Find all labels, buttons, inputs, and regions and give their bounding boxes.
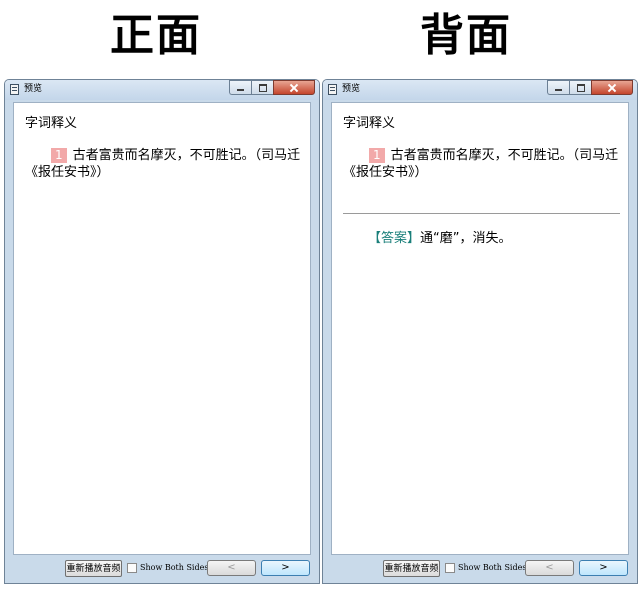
maximize-icon[interactable] [251,80,273,95]
show-both-sides-label: Show Both Sides [458,563,527,572]
question: 1 古者富贵而名摩灭，不可胜记。（司马迁《报任安书》） [25,147,302,181]
answer-divider [343,213,620,214]
minimize-icon[interactable] [547,80,569,95]
show-both-sides-label: Show Both Sides [140,563,209,572]
close-icon[interactable] [591,80,633,95]
section-title: 字词释义 [25,116,78,131]
back-preview-window: 预览 字词释义 1 古者富贵而名摩灭，不可胜记。（司马迁《报任安书》） 【答案】通… [322,79,638,584]
window-title: 预览 [342,84,361,94]
prev-button[interactable]: < [525,560,574,576]
minimize-icon[interactable] [229,80,251,95]
next-button[interactable]: > [579,560,628,576]
show-both-sides-checkbox[interactable] [445,563,455,573]
card-content: 字词释义 1 古者富贵而名摩灭，不可胜记。（司马迁《报任安书》） 【答案】通“磨”… [331,102,629,555]
bottom-bar: 重新播放音频 Show Both Sides < > [331,559,637,579]
window-controls [547,80,633,95]
answer-label: 【答案】 [368,231,421,246]
replay-audio-button[interactable]: 重新播放音频 [383,560,440,577]
app-icon [328,84,337,95]
close-icon[interactable] [273,80,315,95]
answer-text: 通“磨”，消失。 [420,231,512,246]
window-controls [229,80,315,95]
bottom-bar: 重新播放音频 Show Both Sides < > [13,559,319,579]
section-title: 字词释义 [343,116,396,131]
title-bar[interactable]: 预览 [5,80,319,100]
prev-button[interactable]: < [207,560,256,576]
replay-audio-button[interactable]: 重新播放音频 [65,560,122,577]
question: 1 古者富贵而名摩灭，不可胜记。（司马迁《报任安书》） [343,147,620,181]
maximize-icon[interactable] [569,80,591,95]
next-button[interactable]: > [261,560,310,576]
front-preview-window: 预览 字词释义 1 古者富贵而名摩灭，不可胜记。（司马迁《报任安书》） 重新播放音… [4,79,320,584]
back-heading: 背面 [420,10,512,61]
question-number-badge: 1 [51,148,67,163]
title-bar[interactable]: 预览 [323,80,637,100]
card-content: 字词释义 1 古者富贵而名摩灭，不可胜记。（司马迁《报任安书》） [13,102,311,555]
question-number-badge: 1 [369,148,385,163]
show-both-sides-checkbox[interactable] [127,563,137,573]
answer: 【答案】通“磨”，消失。 [368,230,512,247]
window-title: 预览 [24,84,43,94]
front-heading: 正面 [110,10,202,61]
app-icon [10,84,19,95]
